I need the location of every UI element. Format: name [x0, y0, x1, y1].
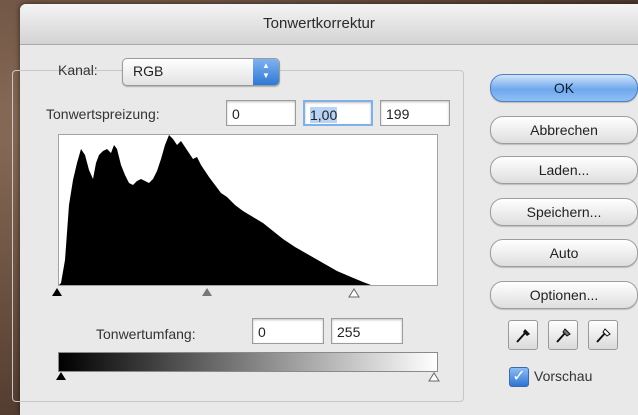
output-white-field[interactable]: 255: [331, 318, 403, 344]
input-levels-label: Tonwertspreizung:: [46, 106, 160, 122]
output-levels-label: Tonwertumfang:: [96, 326, 196, 342]
channel-label: Kanal:: [58, 62, 98, 78]
output-slider[interactable]: [52, 372, 442, 386]
channel-select[interactable]: RGB ▲ ▼: [122, 58, 280, 86]
black-eyedropper-button[interactable]: [508, 320, 538, 350]
histogram-graph: [59, 135, 371, 285]
input-gamma-field[interactable]: 1,00: [303, 100, 373, 126]
auto-button[interactable]: Auto: [490, 239, 638, 267]
preview-checkbox[interactable]: ✓: [509, 367, 529, 387]
dialog-title: Tonwertkorrektur: [263, 15, 375, 32]
input-slider[interactable]: [52, 288, 442, 302]
input-white-handle[interactable]: [348, 288, 360, 298]
eyedropper-gray-icon: [556, 328, 571, 343]
white-eyedropper-button[interactable]: [588, 320, 618, 350]
cancel-button[interactable]: Abbrechen: [490, 116, 638, 144]
load-button[interactable]: Laden...: [490, 156, 638, 184]
ok-button[interactable]: OK: [490, 74, 638, 102]
output-black-field[interactable]: 0: [252, 318, 324, 344]
histogram: [58, 134, 438, 286]
input-black-field[interactable]: 0: [226, 100, 296, 126]
channel-value: RGB: [133, 63, 164, 79]
eyedropper-white-icon: [596, 328, 611, 343]
gray-eyedropper-button[interactable]: [548, 320, 578, 350]
options-button[interactable]: Optionen...: [490, 281, 638, 309]
output-black-handle[interactable]: [56, 372, 66, 380]
up-down-arrows-icon: ▲ ▼: [253, 59, 279, 85]
histogram-shape: [59, 135, 371, 285]
save-button[interactable]: Speichern...: [490, 198, 638, 226]
input-white-field[interactable]: 199: [380, 100, 450, 126]
input-black-handle[interactable]: [52, 288, 62, 296]
title-bar[interactable]: Tonwertkorrektur: [20, 4, 638, 45]
output-gradient-bar: [58, 352, 438, 372]
input-gamma-value: 1,00: [310, 107, 338, 123]
preview-label[interactable]: Vorschau: [534, 368, 592, 384]
output-white-handle[interactable]: [428, 372, 440, 382]
input-gamma-handle[interactable]: [202, 288, 212, 296]
eyedropper-black-icon: [516, 329, 530, 343]
